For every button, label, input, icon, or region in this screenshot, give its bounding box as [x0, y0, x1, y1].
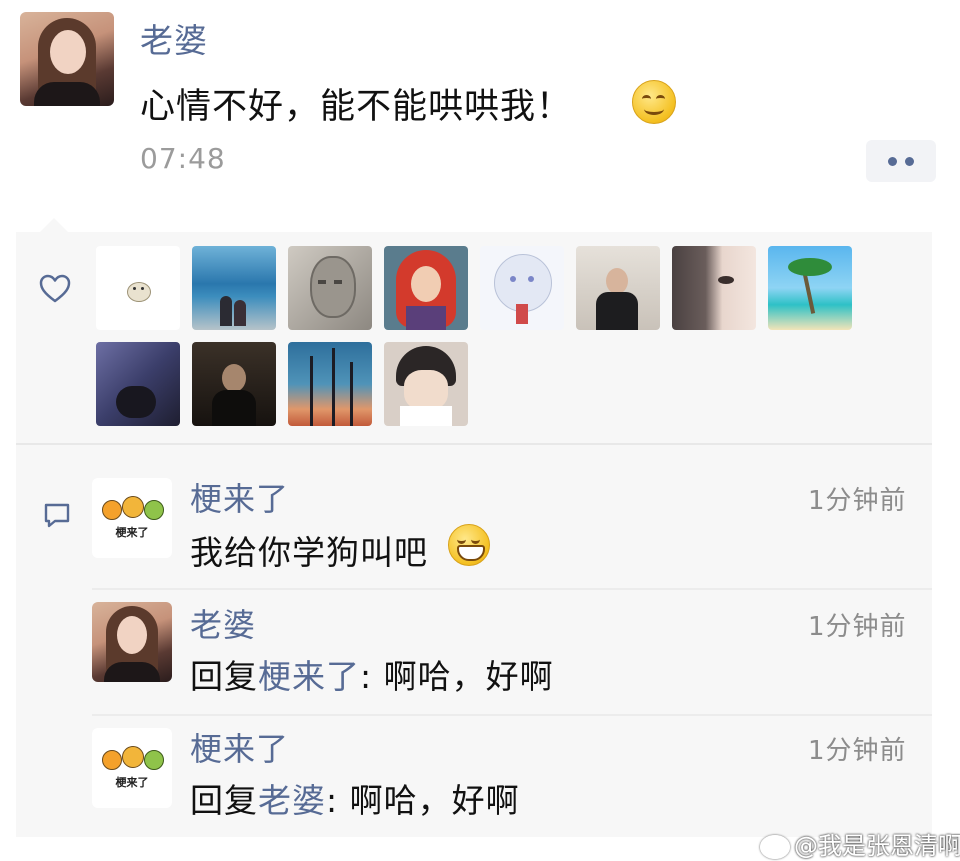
comment-time: 1分钟前 [808, 612, 907, 642]
liker-avatar-beach-couple[interactable] [192, 246, 276, 330]
comment-divider [92, 714, 932, 716]
liker-avatar-anime-man[interactable] [384, 342, 468, 426]
comment-avatar-laopo[interactable] [92, 602, 172, 682]
post-author-avatar[interactable] [20, 12, 114, 106]
smile-emoji-icon [632, 80, 676, 124]
liker-avatar-statue[interactable] [288, 246, 372, 330]
watermark-text: @我是张恩清啊 [794, 832, 960, 860]
grin-emoji-icon [448, 524, 490, 566]
avatar-dress [34, 82, 100, 106]
liker-avatar-redhead-cartoon[interactable] [384, 246, 468, 330]
liker-avatar-man-room[interactable] [576, 246, 660, 330]
avatar-face [50, 30, 86, 74]
comment-time: 1分钟前 [808, 486, 907, 516]
gengle-logo-text: 梗来了 [115, 526, 149, 539]
watermark: @我是张恩清啊 [760, 826, 960, 861]
comment-divider [92, 588, 932, 590]
reply-prefix: 回复 [190, 657, 258, 696]
comment-reply-text: 回复梗来了: 啊哈，好啊 [190, 650, 554, 698]
liker-avatar-palm-beach[interactable] [768, 246, 852, 330]
liker-avatar-dark-room[interactable] [96, 342, 180, 426]
comment-time: 1分钟前 [808, 736, 907, 766]
comment-avatar-gengle[interactable]: 梗来了 [92, 478, 172, 558]
gengle-logo-text: 梗来了 [115, 776, 149, 789]
likes-comments-divider [16, 443, 932, 445]
reply-to-link[interactable]: 梗来了 [258, 657, 360, 696]
comment-text: 我给你学狗叫吧 [190, 533, 428, 572]
post-text: 心情不好，能不能哄哄我！ [140, 87, 573, 127]
comment-author[interactable]: 梗来了 [190, 724, 289, 770]
liker-avatar-cartoon-dog[interactable] [96, 246, 180, 330]
weibo-icon [760, 835, 790, 859]
post-author-name[interactable]: 老婆 [140, 14, 208, 62]
liker-avatar-woman-closeup[interactable] [672, 246, 756, 330]
panel-arrow [40, 218, 68, 232]
reply-prefix: 回复 [190, 781, 258, 820]
liker-avatar-anime-white-hair[interactable] [480, 246, 564, 330]
comment-icon [44, 503, 70, 528]
comment-author[interactable]: 老婆 [190, 600, 256, 646]
heart-icon [39, 274, 71, 303]
reply-body: : 啊哈，好啊 [360, 657, 554, 696]
reply-to-link[interactable]: 老婆 [258, 781, 326, 820]
liker-avatar-palm-sunset[interactable] [288, 342, 372, 426]
more-actions-button[interactable] [866, 140, 936, 182]
comment-avatar-gengle[interactable]: 梗来了 [92, 728, 172, 808]
reply-body: : 啊哈，好啊 [326, 781, 520, 820]
comment-author[interactable]: 梗来了 [190, 474, 289, 520]
comment-reply-text: 回复老婆: 啊哈，好啊 [190, 774, 520, 822]
post-time: 07:48 [140, 142, 226, 175]
liker-avatar-man-dark[interactable] [192, 342, 276, 426]
